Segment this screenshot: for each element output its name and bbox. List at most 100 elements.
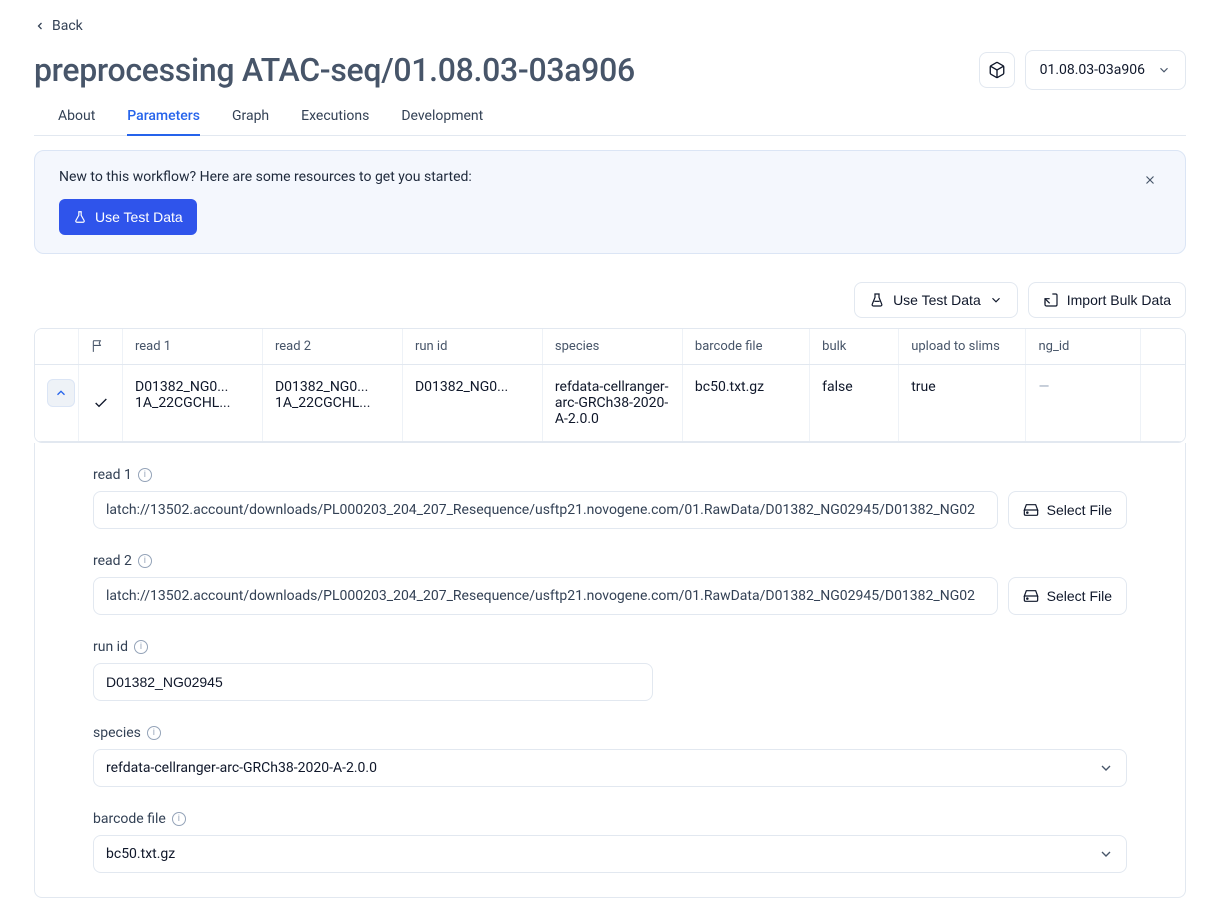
field-runid: run id i xyxy=(93,639,1127,701)
read1-select-file-button[interactable]: Select File xyxy=(1008,491,1127,529)
field-read1: read 1 i latch://13502.account/downloads… xyxy=(93,467,1127,529)
info-icon[interactable]: i xyxy=(138,554,152,568)
field-barcode: barcode file i bc50.txt.gz xyxy=(93,811,1127,873)
col-read1: read 1 xyxy=(123,329,263,364)
close-icon xyxy=(1143,173,1157,187)
drive-icon xyxy=(1023,588,1039,604)
runid-label: run id xyxy=(93,639,128,655)
col-bulk: bulk xyxy=(810,329,899,364)
tabs: About Parameters Graph Executions Develo… xyxy=(34,98,1186,136)
read1-label: read 1 xyxy=(93,467,132,483)
flask-icon xyxy=(73,210,87,224)
chevron-down-icon xyxy=(989,293,1003,307)
row-read2: D01382_NG0... 1A_22CGCHL... xyxy=(263,365,403,441)
page-title: preprocessing ATAC-seq/01.08.03-03a906 xyxy=(34,51,635,89)
read2-row: latch://13502.account/downloads/PL000203… xyxy=(93,577,1127,615)
barcode-label: barcode file xyxy=(93,811,166,827)
info-icon[interactable]: i xyxy=(147,726,161,740)
action-row: Use Test Data Import Bulk Data xyxy=(34,282,1186,318)
row-details: read 1 i latch://13502.account/downloads… xyxy=(34,443,1186,898)
row-upload: true xyxy=(899,365,1026,441)
import-icon xyxy=(1043,292,1059,308)
row-tail xyxy=(1141,365,1185,441)
cube-icon xyxy=(988,61,1006,79)
use-test-data-button-primary[interactable]: Use Test Data xyxy=(59,199,197,235)
header-actions: 01.08.03-03a906 xyxy=(979,50,1186,90)
back-link[interactable]: Back xyxy=(34,18,83,34)
col-runid: run id xyxy=(403,329,543,364)
read2-input[interactable]: latch://13502.account/downloads/PL000203… xyxy=(93,577,998,615)
row-expand-cell xyxy=(35,365,79,441)
tab-executions[interactable]: Executions xyxy=(301,98,369,135)
row-status-cell xyxy=(79,365,123,441)
params-table: read 1 read 2 run id species barcode fil… xyxy=(34,328,1186,443)
barcode-value: bc50.txt.gz xyxy=(106,846,175,862)
info-banner-text: New to this workflow? Here are some reso… xyxy=(59,169,472,185)
chevron-down-icon xyxy=(1098,846,1114,862)
beaker-icon xyxy=(869,292,885,308)
col-read2: read 2 xyxy=(263,329,403,364)
info-banner: New to this workflow? Here are some reso… xyxy=(34,150,1186,254)
runid-label-row: run id i xyxy=(93,639,1127,655)
version-value: 01.08.03-03a906 xyxy=(1040,62,1145,78)
col-barcode: barcode file xyxy=(683,329,810,364)
select-file-label: Select File xyxy=(1047,588,1112,604)
row-ngid: — xyxy=(1026,365,1141,441)
col-flag xyxy=(79,329,123,364)
barcode-label-row: barcode file i xyxy=(93,811,1127,827)
table-row: D01382_NG0... 1A_22CGCHL... D01382_NG0..… xyxy=(35,365,1185,442)
species-label-row: species i xyxy=(93,725,1127,741)
version-select[interactable]: 01.08.03-03a906 xyxy=(1025,50,1186,90)
read1-input[interactable]: latch://13502.account/downloads/PL000203… xyxy=(93,491,998,529)
row-runid: D01382_NG0... xyxy=(403,365,543,441)
col-ngid: ng_id xyxy=(1026,329,1141,364)
import-bulk-label: Import Bulk Data xyxy=(1067,292,1171,308)
chevron-down-icon xyxy=(1157,63,1171,77)
read2-select-file-button[interactable]: Select File xyxy=(1008,577,1127,615)
chevron-left-icon xyxy=(34,20,46,32)
species-select[interactable]: refdata-cellranger-arc-GRCh38-2020-A-2.0… xyxy=(93,749,1127,787)
col-species: species xyxy=(543,329,683,364)
tab-graph[interactable]: Graph xyxy=(232,98,269,135)
info-icon[interactable]: i xyxy=(172,812,186,826)
back-label: Back xyxy=(52,18,83,34)
tab-about[interactable]: About xyxy=(58,98,95,135)
import-bulk-button[interactable]: Import Bulk Data xyxy=(1028,282,1186,318)
check-icon xyxy=(93,395,109,411)
cube-button[interactable] xyxy=(979,52,1015,88)
species-label: species xyxy=(93,725,141,741)
tab-parameters[interactable]: Parameters xyxy=(127,98,200,136)
header: preprocessing ATAC-seq/01.08.03-03a906 0… xyxy=(34,50,1186,90)
info-icon[interactable]: i xyxy=(134,640,148,654)
drive-icon xyxy=(1023,502,1039,518)
field-read2: read 2 i latch://13502.account/downloads… xyxy=(93,553,1127,615)
runid-input[interactable] xyxy=(93,663,653,701)
use-test-data-label: Use Test Data xyxy=(95,209,183,225)
read2-label-row: read 2 i xyxy=(93,553,1127,569)
col-expand xyxy=(35,329,79,364)
field-species: species i refdata-cellranger-arc-GRCh38-… xyxy=(93,725,1127,787)
tab-development[interactable]: Development xyxy=(401,98,483,135)
table-header: read 1 read 2 run id species barcode fil… xyxy=(35,329,1185,365)
chevron-up-icon xyxy=(54,386,68,400)
info-banner-body: New to this workflow? Here are some reso… xyxy=(59,169,472,235)
chevron-down-icon xyxy=(1098,760,1114,776)
barcode-select[interactable]: bc50.txt.gz xyxy=(93,835,1127,873)
col-upload: upload to slims xyxy=(899,329,1026,364)
row-read1: D01382_NG0... 1A_22CGCHL... xyxy=(123,365,263,441)
row-bulk: false xyxy=(810,365,899,441)
row-barcode: bc50.txt.gz xyxy=(683,365,810,441)
info-icon[interactable]: i xyxy=(138,468,152,482)
col-tail xyxy=(1141,329,1185,364)
read1-row: latch://13502.account/downloads/PL000203… xyxy=(93,491,1127,529)
read2-label: read 2 xyxy=(93,553,132,569)
species-value: refdata-cellranger-arc-GRCh38-2020-A-2.0… xyxy=(106,760,377,776)
close-banner-button[interactable] xyxy=(1139,169,1161,191)
row-species: refdata-cellranger-arc-GRCh38-2020-A-2.0… xyxy=(543,365,683,441)
use-test-data-dropdown[interactable]: Use Test Data xyxy=(854,282,1018,318)
expand-row-toggle[interactable] xyxy=(47,379,75,407)
use-test-data-dd-label: Use Test Data xyxy=(893,292,981,308)
flag-icon xyxy=(91,339,105,353)
read1-label-row: read 1 i xyxy=(93,467,1127,483)
select-file-label: Select File xyxy=(1047,502,1112,518)
